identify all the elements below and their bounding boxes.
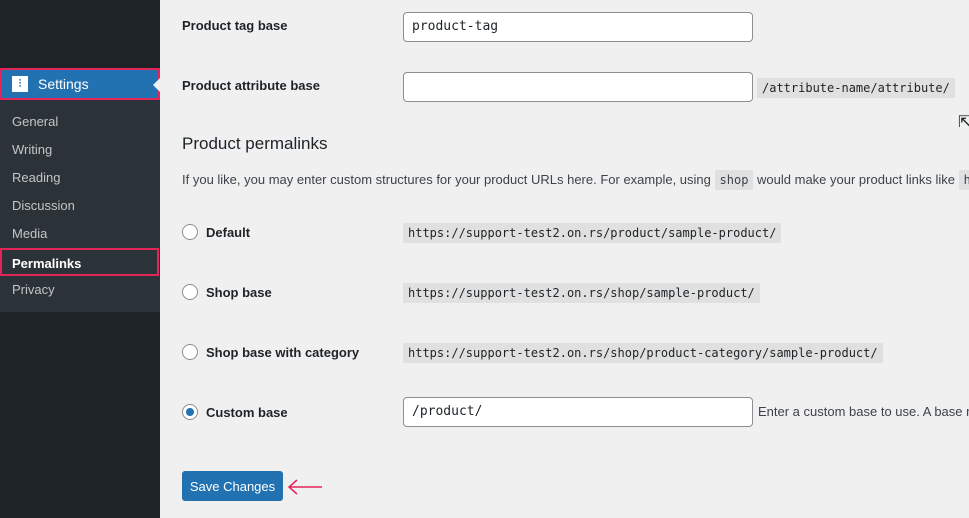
settings-submenu: General Writing Reading Discussion Media… <box>0 100 160 312</box>
admin-sidebar: ⫶ Settings General Writing Reading Discus… <box>0 0 160 518</box>
radio-default[interactable] <box>182 224 198 240</box>
settings-label: Settings <box>38 76 89 92</box>
tag-base-input[interactable]: product-tag <box>403 12 753 42</box>
option-shop-category-url: https://support-test2.on.rs/shop/product… <box>403 343 883 363</box>
desc-code: shop <box>714 170 754 190</box>
arrow-left-icon <box>287 479 322 495</box>
attribute-base-hint: /attribute-name/attribute/ <box>757 78 955 98</box>
sidebar-item-discussion[interactable]: Discussion <box>0 192 160 220</box>
attribute-base-input[interactable] <box>403 72 753 102</box>
desc-code-2: h <box>958 170 969 190</box>
custom-base-hint: Enter a custom base to use. A base m <box>758 404 969 419</box>
sidebar-item-privacy[interactable]: Privacy <box>0 276 160 304</box>
sidebar-item-writing[interactable]: Writing <box>0 136 160 164</box>
option-shop-base-url: https://support-test2.on.rs/shop/sample-… <box>403 283 760 303</box>
radio-shop-base[interactable] <box>182 284 198 300</box>
option-shop-base-label: Shop base <box>206 285 272 300</box>
section-title: Product permalinks <box>182 134 328 153</box>
sidebar-item-permalinks[interactable]: Permalinks <box>0 248 159 276</box>
radio-shop-base-category[interactable] <box>182 344 198 360</box>
tag-base-label: Product tag base <box>182 18 288 33</box>
save-changes-button[interactable]: Save Changes <box>182 471 283 501</box>
sidebar-item-media[interactable]: Media <box>0 220 160 248</box>
desc-text-2: would make your product links like <box>757 172 956 187</box>
option-custom-label: Custom base <box>206 405 288 420</box>
section-description: If you like, you may enter custom struct… <box>182 170 969 190</box>
mouse-cursor-icon: ⇱ <box>958 114 969 131</box>
sidebar-item-reading[interactable]: Reading <box>0 164 160 192</box>
option-default-url: https://support-test2.on.rs/product/samp… <box>403 223 782 243</box>
option-shop-category-label: Shop base with category <box>206 345 360 360</box>
sidebar-item-general[interactable]: General <box>0 108 160 136</box>
desc-text: If you like, you may enter custom struct… <box>182 172 711 187</box>
radio-custom-base[interactable] <box>182 404 198 420</box>
custom-base-input[interactable]: /product/ <box>403 397 753 427</box>
sidebar-item-settings[interactable]: ⫶ Settings <box>0 68 160 100</box>
attribute-base-label: Product attribute base <box>182 78 320 93</box>
option-default-label: Default <box>206 225 251 240</box>
settings-icon: ⫶ <box>12 76 28 92</box>
